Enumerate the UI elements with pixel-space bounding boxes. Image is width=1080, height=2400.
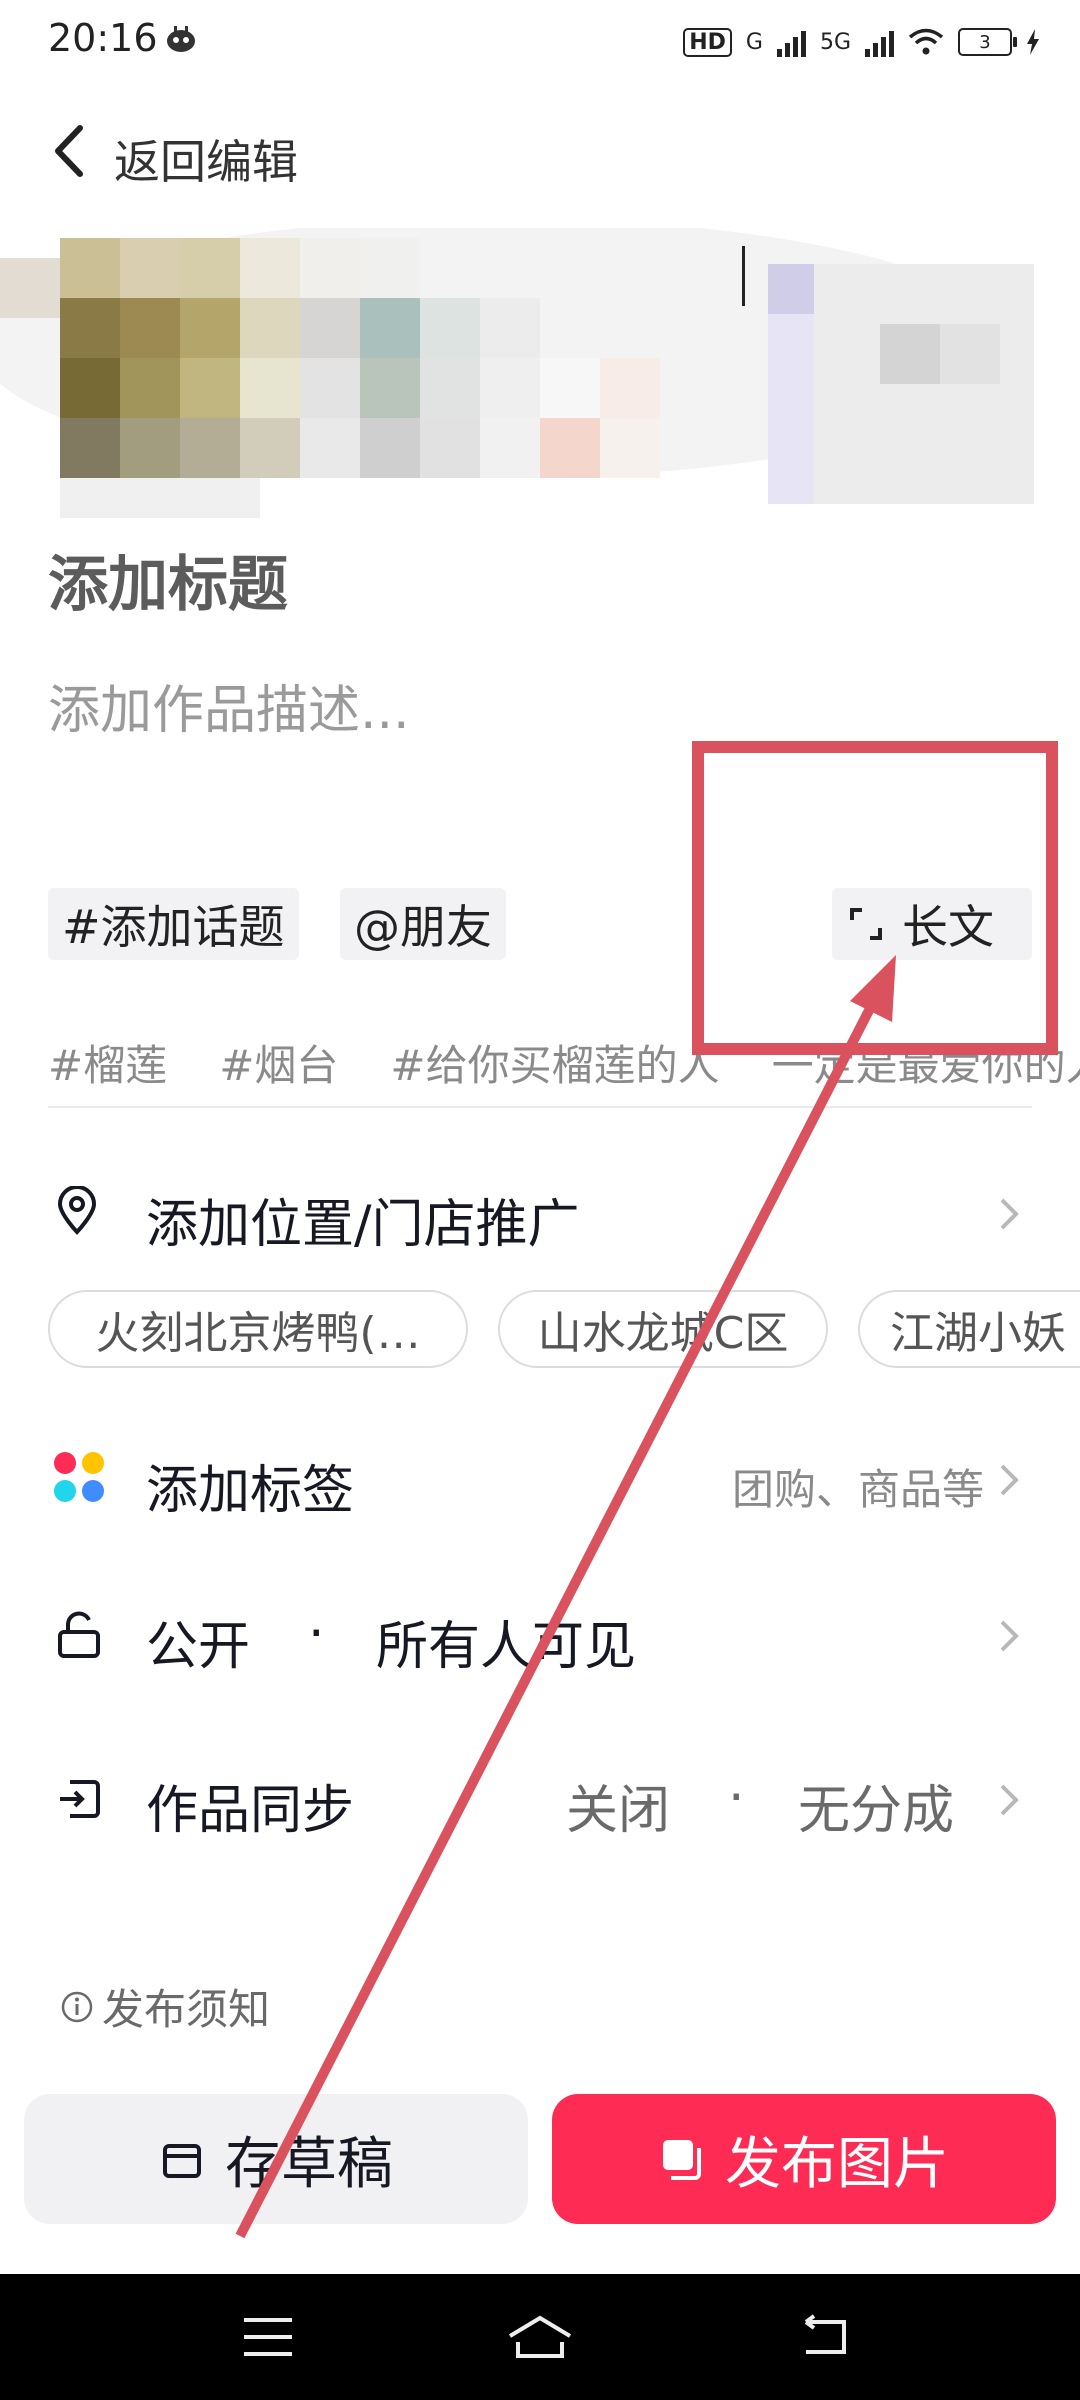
suggested-topics: #榴莲 #烟台 #给你买榴莲的人 一定是最爱你的人 <box>48 1032 1080 1092</box>
charging-icon <box>1027 29 1039 55</box>
visibility-label: 公开 <box>146 1617 251 1677</box>
publish-images-button[interactable]: 发布图片 <box>552 2094 1056 2224</box>
status-time: 20:16 <box>48 16 158 60</box>
title-input[interactable]: 添加标题 <box>48 536 288 623</box>
add-label-row[interactable]: 添加标签 团购、商品等 <box>0 1436 1080 1526</box>
5g-label: 5G <box>819 29 851 55</box>
mention-friend-button[interactable]: @朋友 <box>340 888 506 960</box>
divider <box>48 1106 1032 1108</box>
draft-box-icon <box>163 2144 201 2178</box>
suggested-topic[interactable]: #榴莲 <box>48 1041 167 1090</box>
publish-notice-link[interactable]: 发布须知 <box>60 1976 270 2037</box>
visibility-separator: · <box>308 1604 325 1664</box>
images-icon <box>663 2140 701 2180</box>
sync-revenue: 无分成 <box>798 1781 955 1841</box>
back-edit-link[interactable]: 返回编辑 <box>114 126 298 192</box>
annotation-arrowhead <box>850 955 896 1022</box>
location-row[interactable]: 添加位置/门店推广 <box>0 1170 1080 1260</box>
info-icon <box>61 1991 93 2022</box>
battery-icon: 3 <box>958 28 1017 56</box>
home-icon[interactable] <box>504 2312 576 2362</box>
system-nav-bar <box>0 2274 1080 2400</box>
map-pin-icon <box>57 1186 97 1235</box>
chevron-right-icon <box>1000 1620 1019 1652</box>
battery-level: 3 <box>979 31 991 53</box>
add-label-value: 团购、商品等 <box>731 1465 984 1514</box>
image-preview-mosaic[interactable] <box>0 228 1080 528</box>
chevron-right-icon <box>1000 1784 1019 1816</box>
status-icons: HD G 5G 3 <box>683 22 1040 62</box>
sync-export-icon <box>60 1780 100 1818</box>
sync-row[interactable]: 作品同步 关闭 · 无分成 <box>0 1756 1080 1846</box>
description-input[interactable]: 添加作品描述... <box>48 668 410 743</box>
chevron-right-icon <box>1000 1464 1019 1496</box>
long-text-label: 长文 <box>902 900 994 954</box>
chevron-right-icon <box>1000 1198 1019 1230</box>
location-suggestion[interactable]: 火刻北京烤鸭(… <box>48 1290 468 1368</box>
location-label: 添加位置/门店推广 <box>146 1195 580 1255</box>
publish-notice-label: 发布须知 <box>102 1985 271 2034</box>
status-bar: 20:16 HD G 5G 3 <box>0 0 1080 84</box>
app-notification-icon <box>167 26 195 52</box>
signal-icon <box>776 27 806 57</box>
long-text-button[interactable]: 长文 <box>832 888 1032 960</box>
chevron-left-icon[interactable] <box>44 118 104 184</box>
back-arrow-icon[interactable] <box>796 2312 852 2362</box>
save-draft-label: 存草稿 <box>225 2131 393 2197</box>
save-draft-button[interactable]: 存草稿 <box>24 2094 528 2224</box>
sync-status: 关闭 <box>566 1781 671 1841</box>
hd-badge: HD <box>683 27 732 57</box>
four-dots-icon <box>54 1452 106 1504</box>
unlock-icon <box>58 1611 100 1658</box>
suggested-topic[interactable]: #给你买榴莲的人 <box>390 1041 719 1090</box>
signal-5g-icon <box>865 27 894 57</box>
location-suggestion[interactable]: 山水龙城C区 <box>498 1290 828 1368</box>
location-suggestion[interactable]: 江湖小妖 <box>858 1290 1080 1368</box>
publish-images-label: 发布图片 <box>725 2131 949 2197</box>
visibility-row[interactable]: 公开 · 所有人可见 <box>0 1592 1080 1682</box>
suggested-topic[interactable]: #烟台 <box>219 1041 338 1090</box>
visibility-value: 所有人可见 <box>376 1617 637 1677</box>
sync-separator: · <box>728 1768 745 1828</box>
sync-label: 作品同步 <box>146 1781 355 1841</box>
wifi-icon <box>908 28 944 55</box>
g-label: G <box>745 29 763 55</box>
menu-icon[interactable] <box>240 2312 296 2362</box>
suggested-topic[interactable]: 一定是最爱你的人 <box>772 1041 1080 1090</box>
expand-corners-icon <box>850 908 882 940</box>
add-topic-button[interactable]: #添加话题 <box>48 888 299 960</box>
add-label-label: 添加标签 <box>146 1461 355 1521</box>
